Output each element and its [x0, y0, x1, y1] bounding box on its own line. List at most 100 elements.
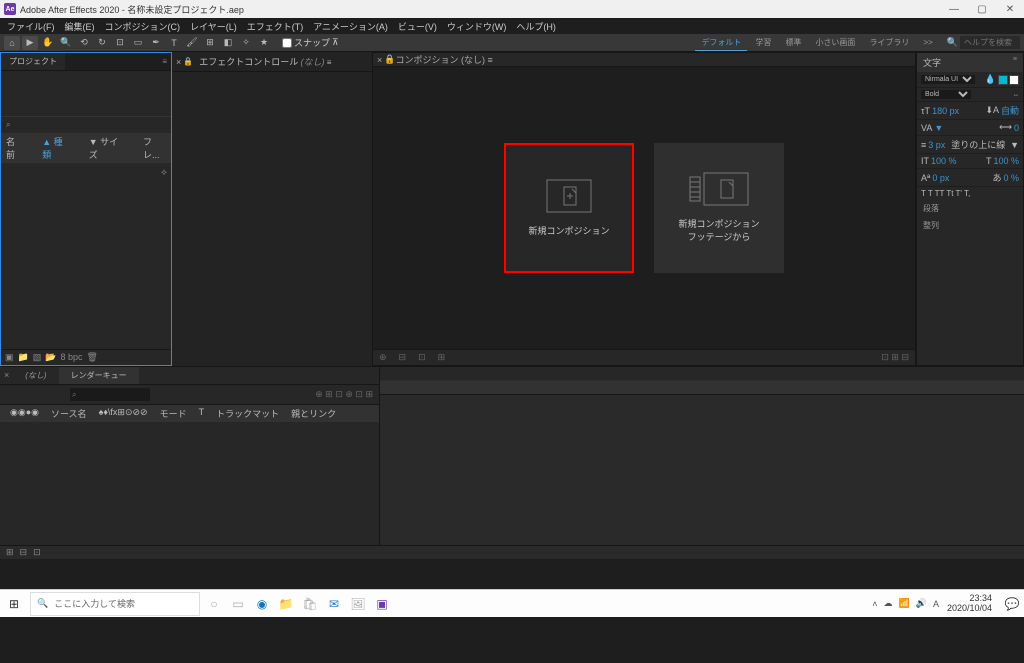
pen-tool-icon[interactable]: ✒ — [148, 36, 164, 50]
paragraph-section[interactable]: 段落 — [917, 200, 1023, 217]
tsume-value[interactable]: 0 % — [1003, 173, 1019, 183]
wifi-icon[interactable]: 📶 — [899, 598, 910, 609]
hand-tool-icon[interactable]: ✋ — [40, 36, 56, 50]
taskview-icon[interactable]: ▭ — [226, 590, 250, 618]
new-composition-button[interactable]: 新規コンポジション — [504, 143, 634, 273]
mail-icon[interactable]: ✉ — [322, 590, 346, 618]
layer-search[interactable] — [70, 388, 150, 401]
lock-icon[interactable]: 🔒 — [183, 57, 193, 66]
tray-chevron-icon[interactable]: ˄ — [872, 599, 877, 609]
menu-file[interactable]: ファイル(F) — [4, 19, 58, 34]
cloud-icon[interactable]: ☁ — [884, 598, 893, 609]
bin-icon[interactable]: ▣ — [5, 352, 14, 363]
stroke-over-label[interactable]: 塗りの上に線 — [951, 138, 1005, 151]
tab-composition[interactable]: コンポジション (なし) ≡ — [395, 53, 492, 66]
col-type[interactable]: ▲ 種類 — [42, 135, 68, 161]
orbit-tool-icon[interactable]: ⟲ — [76, 36, 92, 50]
col-mode[interactable]: モード — [154, 407, 193, 420]
zoom-tool-icon[interactable]: 🔍 — [58, 36, 74, 50]
photos-icon[interactable]: 🖼 — [346, 590, 370, 618]
col-fre[interactable]: フレ... — [143, 135, 166, 161]
tab-project[interactable]: プロジェクト — [1, 53, 65, 70]
text-tool-icon[interactable]: T — [166, 36, 182, 50]
start-button[interactable]: ⊞ — [0, 590, 28, 618]
workspace-default[interactable]: デフォルト — [695, 35, 747, 51]
menu-layer[interactable]: レイヤー(L) — [187, 19, 240, 34]
leading-value[interactable]: 自動 — [1001, 104, 1019, 117]
ae-taskbar-icon[interactable]: ▣ — [370, 590, 394, 618]
lock-icon[interactable]: 🔒 — [384, 54, 395, 65]
baseline-value[interactable]: 0 px — [932, 173, 949, 183]
snap-checkbox[interactable] — [282, 38, 292, 48]
folder-icon[interactable]: 📁 — [18, 352, 29, 363]
rect-tool-icon[interactable]: ▭ — [130, 36, 146, 50]
vscale-value[interactable]: 100 % — [931, 156, 957, 166]
eyedropper-icon[interactable]: 💧 — [985, 74, 996, 85]
help-search[interactable] — [960, 36, 1020, 49]
menu-animation[interactable]: アニメーション(A) — [310, 19, 391, 34]
panel-menu-icon[interactable]: ≡ — [1013, 56, 1017, 69]
newcomp-icon[interactable]: ▧ — [33, 352, 42, 363]
taskbar-search[interactable]: 🔍 ここに入力して検索 — [30, 592, 200, 616]
newfolder-icon[interactable]: 📂 — [45, 352, 56, 363]
timeline-graph[interactable] — [380, 367, 1024, 545]
font-size-value[interactable]: 180 px — [932, 106, 959, 116]
menu-composition[interactable]: コンポジション(C) — [102, 19, 184, 34]
anchor-tool-icon[interactable]: ⊡ — [112, 36, 128, 50]
stroke-swatch[interactable] — [1009, 75, 1019, 85]
kerning-value[interactable]: ▼ — [934, 123, 943, 133]
tab-none[interactable]: (なし) — [13, 367, 58, 384]
workspace-standard[interactable]: 標準 — [779, 35, 807, 50]
new-composition-from-footage-button[interactable]: 新規コンポジション フッテージから — [654, 143, 784, 273]
menu-window[interactable]: ウィンドウ(W) — [444, 19, 510, 34]
volume-icon[interactable]: 🔊 — [916, 598, 927, 609]
puppet-tool-icon[interactable]: ★ — [256, 36, 272, 50]
close-button[interactable]: ✕ — [996, 0, 1024, 18]
notifications-icon[interactable]: 💬 — [1000, 590, 1024, 618]
bpc-label[interactable]: 8 bpc — [60, 352, 82, 363]
home-tool-icon[interactable]: ⌂ — [4, 36, 20, 50]
project-search[interactable]: ⌕ — [1, 116, 171, 133]
maximize-button[interactable]: ▢ — [968, 0, 996, 18]
menu-effect[interactable]: エフェクト(T) — [244, 19, 307, 34]
trash-icon[interactable]: 🗑 — [87, 352, 98, 363]
workspace-more[interactable]: >> — [917, 36, 938, 49]
font-family-select[interactable]: Nirmala UI — [921, 75, 975, 84]
menu-view[interactable]: ビュー(V) — [395, 19, 440, 34]
hscale-value[interactable]: 100 % — [993, 156, 1019, 166]
roto-tool-icon[interactable]: ✧ — [238, 36, 254, 50]
selection-tool-icon[interactable]: ▶ — [22, 36, 38, 50]
workspace-small[interactable]: 小さい画面 — [809, 35, 861, 50]
col-source[interactable]: ソース名 — [45, 407, 93, 420]
col-size[interactable]: ▼ サイズ — [89, 135, 123, 161]
menu-help[interactable]: ヘルプ(H) — [513, 19, 559, 34]
explorer-icon[interactable]: 📁 — [274, 590, 298, 618]
store-icon[interactable]: 🛍 — [298, 590, 322, 618]
workspace-library[interactable]: ライブラリ — [863, 35, 915, 50]
ime-icon[interactable]: A — [933, 599, 939, 609]
rotate-tool-icon[interactable]: ↻ — [94, 36, 110, 50]
col-switches[interactable]: ♠♦\fx⊞⊙⊘⊘ — [93, 407, 154, 420]
type-style-buttons[interactable]: T T TT Tt T' T, — [917, 187, 1023, 200]
panel-menu-icon[interactable]: ≡ — [162, 57, 167, 66]
align-section[interactable]: 整列 — [917, 217, 1023, 234]
tab-effectcontrol[interactable]: エフェクトコントロール (なし) ≡ — [193, 52, 337, 71]
col-vis[interactable]: ◉◉●◉ — [4, 407, 45, 420]
font-weight-select[interactable]: Bold — [921, 90, 971, 99]
fill-swatch[interactable] — [998, 75, 1008, 85]
tab-render-queue[interactable]: レンダーキュー — [59, 367, 139, 384]
taskbar-clock[interactable]: 23:34 2020/10/04 — [947, 594, 1000, 614]
stamp-tool-icon[interactable]: ⊞ — [202, 36, 218, 50]
eraser-tool-icon[interactable]: ◧ — [220, 36, 236, 50]
cortana-icon[interactable]: ○ — [202, 590, 226, 618]
menu-edit[interactable]: 編集(E) — [62, 19, 98, 34]
swap-swatch-icon[interactable]: ↔ — [1013, 92, 1019, 98]
col-parent[interactable]: 親とリンク — [285, 407, 342, 420]
col-trackmatte[interactable]: トラックマット — [210, 407, 285, 420]
stroke-width[interactable]: 3 px — [928, 140, 945, 150]
edge-icon[interactable]: ◉ — [250, 590, 274, 618]
minimize-button[interactable]: — — [940, 0, 968, 18]
workspace-learn[interactable]: 学習 — [749, 35, 777, 50]
col-name[interactable]: 名前 — [6, 135, 22, 161]
tracking-value[interactable]: 0 — [1014, 123, 1019, 133]
